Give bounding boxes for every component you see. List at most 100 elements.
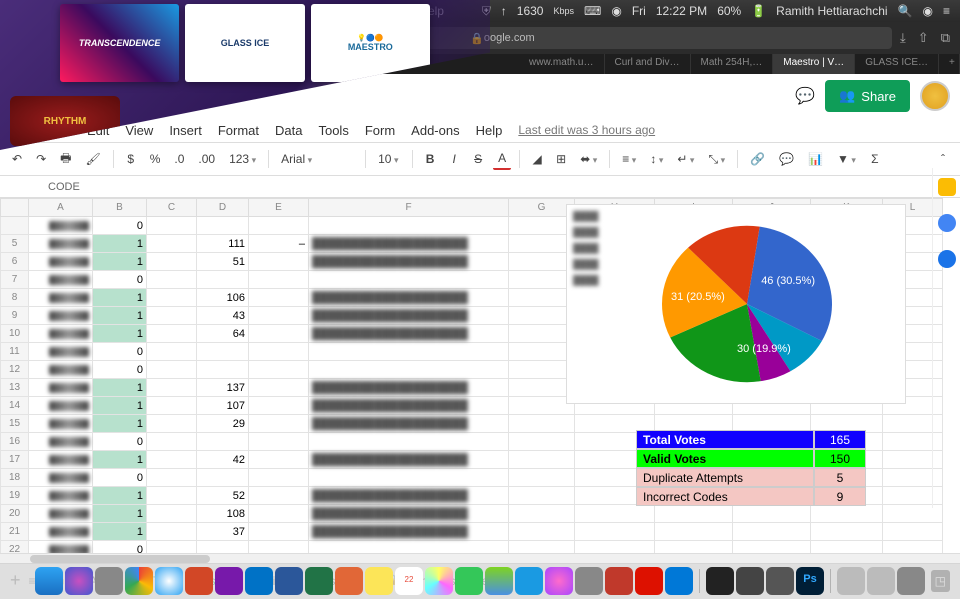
battery-icon[interactable]: 🔋 [751,4,766,18]
total-votes-label: Total Votes [636,430,814,449]
horizontal-scrollbar[interactable] [0,553,960,563]
dock-preferences-icon[interactable] [575,567,603,595]
dock-trash-icon[interactable] [897,567,925,595]
docmenu-help[interactable]: Help [476,123,503,138]
dock-finder-icon[interactable] [35,567,63,595]
dec-increase-button[interactable]: .00 [194,149,219,169]
dock-maps-icon[interactable] [485,567,513,595]
link-button[interactable]: 🔗 [746,149,769,169]
dock-outlook-icon[interactable] [245,567,273,595]
tab-1[interactable]: Curl and Div… [605,54,691,74]
halign-button[interactable]: ≡ [618,149,640,169]
tab-0[interactable]: www.math.u… [519,54,604,74]
currency-button[interactable]: $ [122,149,140,169]
tasks-icon[interactable] [938,250,956,268]
text-color-button[interactable]: A [493,148,511,170]
share-icon[interactable]: ⇧ [918,30,929,46]
dec-decrease-button[interactable]: .0 [170,149,188,169]
dock-photoshop-icon[interactable]: Ps [796,567,824,595]
dock-folder1-icon[interactable] [837,567,865,595]
expose-thumb-1[interactable]: TRANSCENDENCE [60,4,179,82]
dock-messages-icon[interactable] [455,567,483,595]
menubar-day: Fri [632,4,646,18]
pie-chart[interactable]: ████████████████████ 46 (30.5%) 31 (20.5… [566,204,906,404]
expose-thumb-2[interactable]: GLASS ICE [185,4,304,82]
undo-button[interactable]: ↶ [8,149,26,169]
dock-calendar-icon[interactable]: 22 [395,567,423,595]
download-icon[interactable]: ⤓ [900,30,906,46]
rotate-button[interactable]: ⤡ [704,149,729,170]
keyboard-icon[interactable]: ⌨ [584,4,601,18]
wrap-button[interactable]: ↵ [673,149,698,169]
collapse-toolbar-button[interactable]: ˆ [934,149,952,169]
docmenu-insert[interactable]: Insert [169,123,202,138]
font-size-dropdown[interactable]: 10 [374,150,404,168]
filter-button[interactable]: ▼ [833,149,860,169]
docmenu-tools[interactable]: Tools [318,123,348,138]
siri-icon[interactable]: ◉ [923,4,933,18]
summary-table: Total Votes165 Valid Votes150 Duplicate … [636,430,866,506]
merge-button[interactable]: ⬌ [576,149,601,169]
chart-button[interactable]: 📊 [804,149,827,169]
formula-bar[interactable]: CODE [0,176,960,198]
dock-chrome-icon[interactable] [125,567,153,595]
dock-vscode-icon[interactable] [665,567,693,595]
dock-terminal-icon[interactable] [706,567,734,595]
dock-onenote-icon[interactable] [215,567,243,595]
dock-powerpoint-icon[interactable] [185,567,213,595]
number-format-dropdown[interactable]: 123 [225,149,260,169]
dock-notes-icon[interactable] [365,567,393,595]
print-button[interactable]: 🖶 [56,146,75,173]
dock-word-icon[interactable] [275,567,303,595]
dock-itunes-icon[interactable] [545,567,573,595]
docmenu-format[interactable]: Format [218,123,259,138]
name-box[interactable]: CODE [8,181,58,193]
comments-icon[interactable]: 💬 [795,86,815,106]
dock-excel-icon[interactable] [305,567,333,595]
incorrect-label: Incorrect Codes [636,487,814,506]
calendar-icon[interactable] [938,214,956,232]
dock-matlab-icon[interactable] [335,567,363,595]
fill-color-button[interactable]: ◢ [528,149,546,169]
tab-2[interactable]: Math 254H,… [691,54,774,74]
valign-button[interactable]: ↕ [646,149,667,169]
account-avatar[interactable] [920,81,950,111]
font-dropdown[interactable]: Arial [277,150,357,168]
docmenu-view[interactable]: View [125,123,153,138]
last-edit-link[interactable]: Last edit was 3 hours ago [518,123,655,137]
share-button[interactable]: 👥 Share [825,80,910,112]
dock-appstore-icon[interactable] [515,567,543,595]
functions-button[interactable]: Σ [866,149,884,169]
redo-button[interactable]: ↷ [32,149,50,169]
search-icon[interactable]: 🔍 [898,4,913,18]
valid-votes-label: Valid Votes [636,449,814,468]
docmenu-form[interactable]: Form [365,123,395,138]
dock-launchpad-icon[interactable] [95,567,123,595]
paint-format-button[interactable]: 🖌 [81,149,104,169]
dock-photos-icon[interactable] [425,567,453,595]
tab-4[interactable]: GLASS ICE… [855,54,939,74]
tabs-icon[interactable]: ⧉ [941,30,950,46]
docmenu-data[interactable]: Data [275,123,302,138]
comment-button[interactable]: 💬 [775,149,798,169]
dock-app2-icon[interactable] [736,567,764,595]
dock-safari-icon[interactable] [155,567,183,595]
dock-mathematica-icon[interactable] [635,567,663,595]
percent-button[interactable]: % [146,149,165,169]
dock-app3-icon[interactable] [766,567,794,595]
strike-button[interactable]: S [469,149,487,169]
dock-folder2-icon[interactable] [867,567,895,595]
dock-app1-icon[interactable] [605,567,633,595]
new-tab-button[interactable]: + [939,54,960,74]
tab-3[interactable]: Maestro | V… [773,54,855,74]
borders-button[interactable]: ⊞ [552,149,570,169]
menubar-user[interactable]: Ramith Hettiarachchi [776,4,887,18]
bold-button[interactable]: B [421,149,439,169]
dock-siri-icon[interactable] [65,567,93,595]
wifi-icon[interactable]: ◉ [611,4,621,18]
spreadsheet-grid[interactable]: ABCDEFGHIJKL 0 5 1 111 – ███████████████… [0,198,960,553]
italic-button[interactable]: I [445,149,463,169]
docmenu-addons[interactable]: Add-ons [411,123,459,138]
keep-icon[interactable] [938,178,956,196]
notification-icon[interactable]: ≡ [943,4,950,18]
